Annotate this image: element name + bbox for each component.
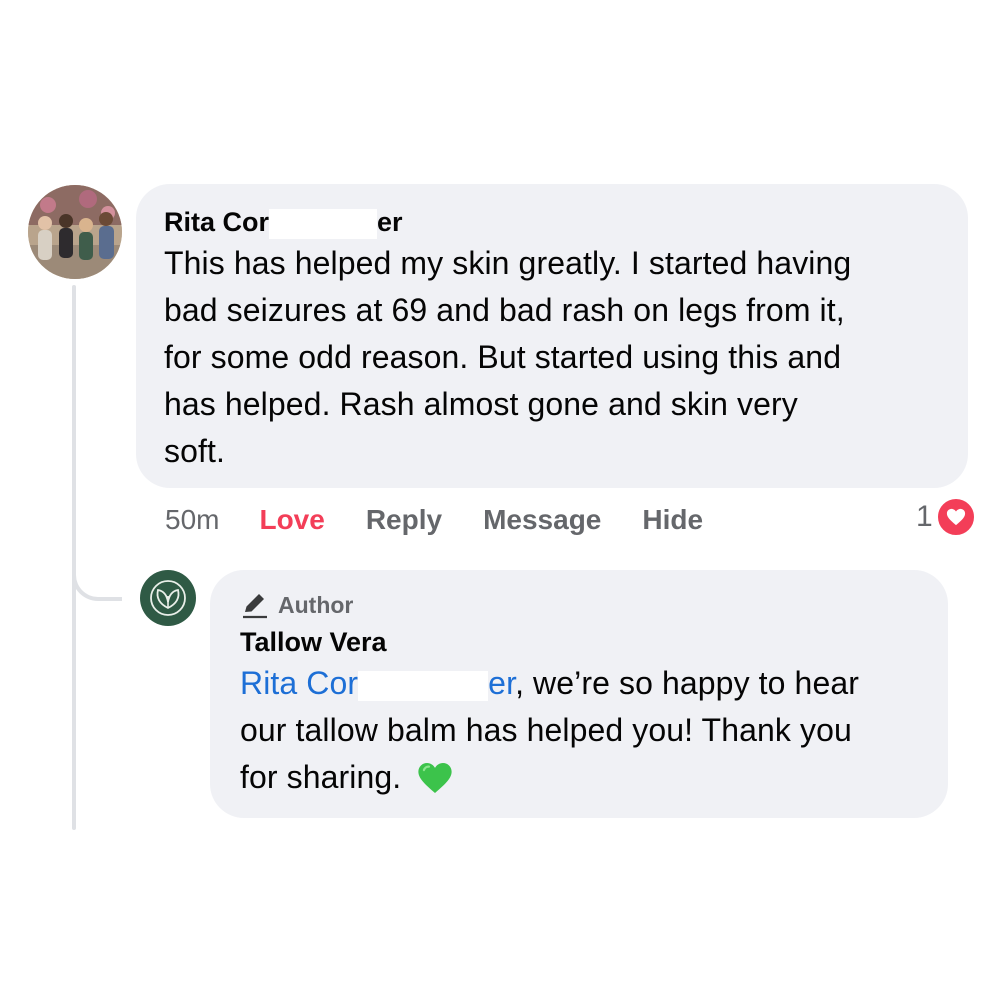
comment-text: This has helped my skin greatly. I start… bbox=[164, 245, 852, 469]
tallow-vera-logo-icon[interactable] bbox=[140, 570, 196, 626]
redaction bbox=[358, 670, 489, 701]
reply-author-name[interactable]: Tallow Vera bbox=[240, 624, 924, 660]
message-button[interactable]: Message bbox=[483, 504, 601, 536]
pencil-icon bbox=[243, 594, 267, 619]
reply-button[interactable]: Reply bbox=[366, 504, 442, 536]
reply-text: Rita Cor er, we’re so happy to hear our t… bbox=[240, 665, 859, 795]
hide-button[interactable]: Hide bbox=[642, 504, 703, 536]
avatar[interactable] bbox=[28, 185, 122, 279]
author-badge: Author bbox=[240, 590, 924, 620]
mention-link[interactable]: Rita Cor er bbox=[240, 665, 515, 701]
redaction bbox=[269, 208, 378, 239]
avatar-photo bbox=[28, 185, 122, 279]
comment-actions: 50m Love Reply Message Hide bbox=[165, 500, 744, 540]
comment-bubble: Rita Cor er This has helped my skin great… bbox=[136, 184, 968, 488]
reaction-summary[interactable]: 1 bbox=[916, 496, 977, 538]
comment-author-name[interactable]: Rita Cor er bbox=[164, 204, 944, 240]
green-heart-icon bbox=[418, 762, 452, 794]
thread-connector bbox=[72, 545, 122, 601]
comment-timestamp[interactable]: 50m bbox=[165, 504, 219, 536]
love-button[interactable]: Love bbox=[259, 504, 324, 536]
reaction-count: 1 bbox=[916, 500, 933, 533]
love-reaction-icon bbox=[934, 496, 977, 538]
reply-bubble: Author Tallow Vera Rita Cor er, we’re so … bbox=[210, 570, 948, 818]
